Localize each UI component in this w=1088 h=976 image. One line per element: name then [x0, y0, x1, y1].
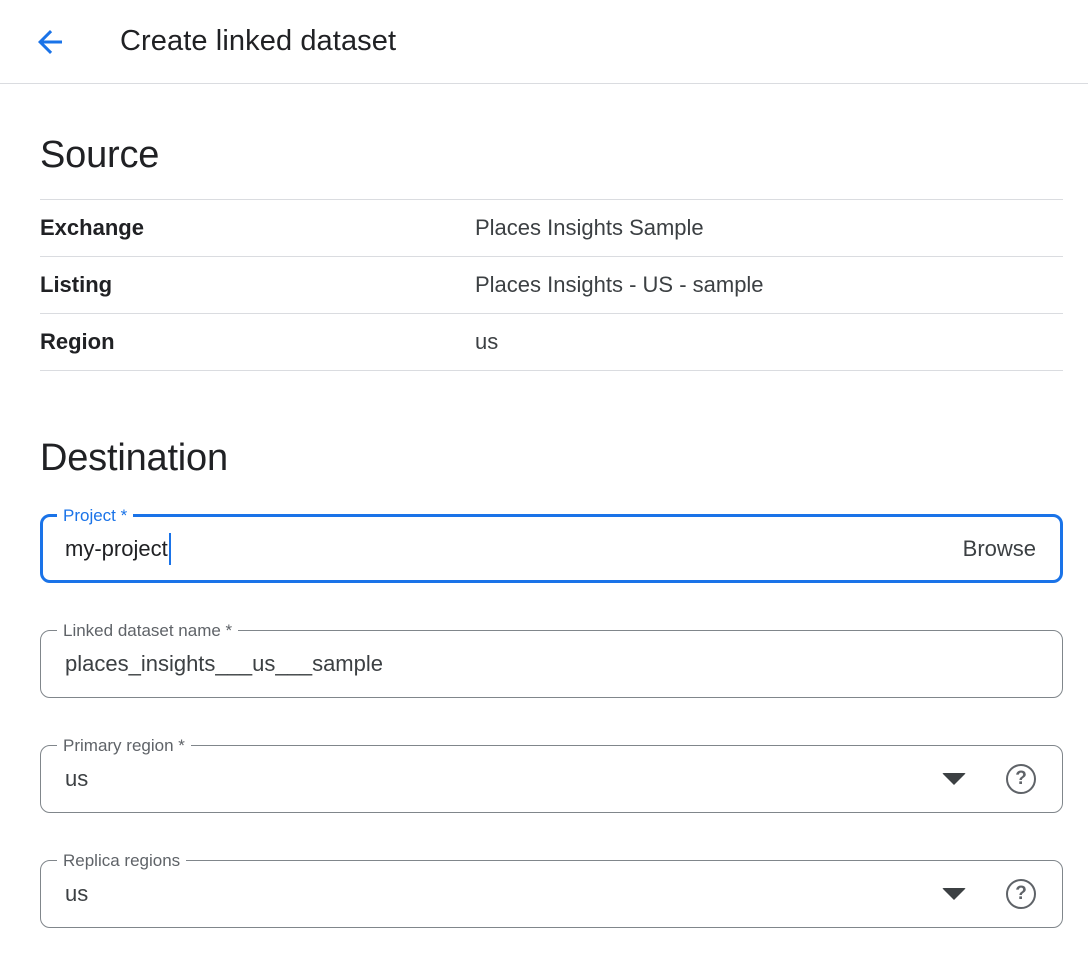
text-cursor: [169, 533, 171, 565]
chevron-down-icon[interactable]: [942, 773, 966, 785]
chevron-down-icon[interactable]: [942, 888, 966, 900]
linked-dataset-name-value[interactable]: places_insights___us___sample: [65, 651, 383, 677]
back-button[interactable]: [30, 22, 70, 62]
replica-regions-select[interactable]: Replica regions us ?: [40, 860, 1063, 928]
project-input-value[interactable]: my-project: [65, 536, 168, 562]
linked-dataset-name-field[interactable]: Linked dataset name * places_insights___…: [40, 630, 1063, 698]
listing-value: Places Insights - US - sample: [475, 272, 764, 298]
linked-dataset-name-label: Linked dataset name *: [57, 620, 238, 641]
arrow-back-icon: [32, 24, 68, 60]
page-header: Create linked dataset: [0, 0, 1088, 84]
help-icon[interactable]: ?: [1006, 879, 1036, 909]
project-field[interactable]: Project * my-project Browse: [40, 514, 1063, 583]
table-row-region: Region us: [40, 314, 1063, 371]
primary-region-label: Primary region *: [57, 735, 191, 756]
region-value: us: [475, 329, 498, 355]
replica-regions-label: Replica regions: [57, 850, 186, 871]
primary-region-select[interactable]: Primary region * us ?: [40, 745, 1063, 813]
source-info-table: Exchange Places Insights Sample Listing …: [40, 199, 1063, 371]
listing-label: Listing: [40, 272, 475, 298]
table-row-listing: Listing Places Insights - US - sample: [40, 257, 1063, 314]
project-field-label: Project *: [57, 505, 133, 526]
source-section: Source Exchange Places Insights Sample L…: [40, 134, 1063, 371]
page-title: Create linked dataset: [120, 25, 396, 58]
main-content: Source Exchange Places Insights Sample L…: [0, 134, 1088, 928]
exchange-value: Places Insights Sample: [475, 215, 704, 241]
source-heading: Source: [40, 134, 1063, 177]
help-icon[interactable]: ?: [1006, 764, 1036, 794]
destination-section: Destination Project * my-project Browse …: [40, 437, 1063, 928]
exchange-label: Exchange: [40, 215, 475, 241]
browse-button[interactable]: Browse: [963, 536, 1036, 562]
destination-heading: Destination: [40, 437, 1063, 480]
table-row-exchange: Exchange Places Insights Sample: [40, 200, 1063, 257]
region-label: Region: [40, 329, 475, 355]
primary-region-value: us: [65, 766, 88, 792]
replica-regions-value: us: [65, 881, 88, 907]
